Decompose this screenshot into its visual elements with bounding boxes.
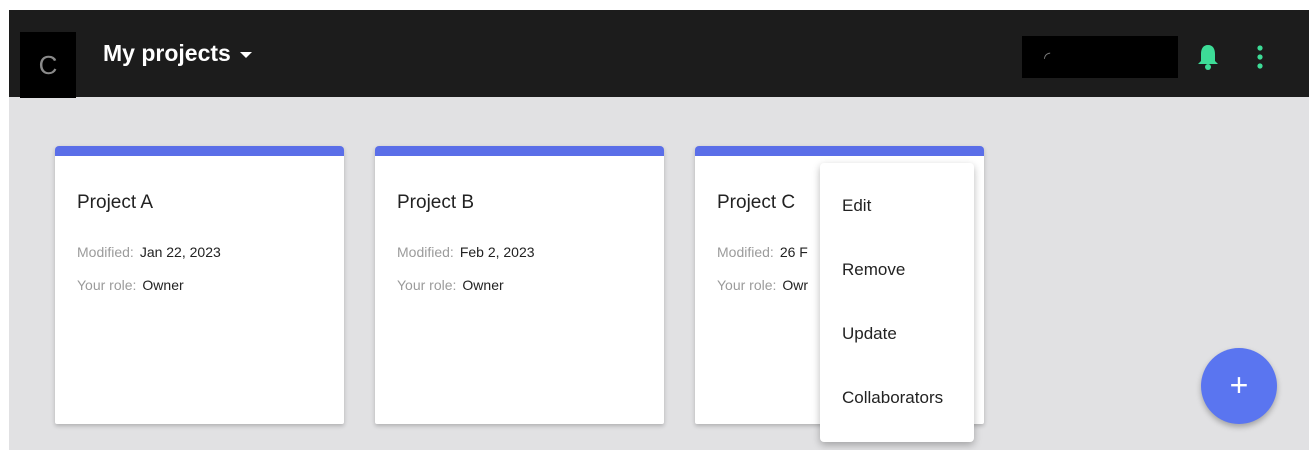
- project-card-b[interactable]: Project B Modified: Feb 2, 2023 Your role…: [375, 146, 664, 424]
- project-name: Project C: [717, 192, 796, 213]
- modified-value: 26 F: [779, 244, 808, 260]
- logo-letter: C: [38, 50, 58, 80]
- modified-value: Feb 2, 2023: [459, 244, 535, 260]
- modified-label: Modified:: [77, 244, 134, 260]
- project-name: Project A: [77, 192, 154, 213]
- modified-row: Modified: Jan 22, 2023: [77, 244, 221, 260]
- bell-icon[interactable]: [1197, 43, 1219, 71]
- add-project-button[interactable]: +: [1201, 348, 1277, 424]
- role-row: Your role: Owner: [77, 277, 184, 293]
- menu-item-collaborators[interactable]: Collaborators: [842, 388, 943, 408]
- menu-item-edit[interactable]: Edit: [842, 196, 871, 216]
- menu-item-update[interactable]: Update: [842, 324, 897, 344]
- modified-label: Modified:: [397, 244, 454, 260]
- page-title: My projects: [103, 40, 231, 66]
- role-value: Owner: [142, 277, 184, 293]
- logo[interactable]: C: [20, 32, 76, 98]
- modified-row: Modified: 26 F: [717, 244, 808, 260]
- menu-item-remove[interactable]: Remove: [842, 260, 905, 280]
- role-row: Your role: Owner: [397, 277, 504, 293]
- caret-down-icon: [239, 52, 252, 58]
- project-name: Project B: [397, 192, 475, 213]
- modified-label: Modified:: [717, 244, 774, 260]
- role-label: Your role:: [77, 277, 137, 293]
- project-context-menu: Edit Remove Update Collaborators: [820, 163, 974, 442]
- loading-spinner-icon: ◜: [1044, 50, 1051, 67]
- role-label: Your role:: [717, 277, 777, 293]
- top-app-bar: C My projects ◜: [9, 10, 1309, 98]
- role-value: Owr: [782, 277, 809, 293]
- more-vert-icon[interactable]: [1253, 44, 1267, 70]
- role-row: Your role: Owr: [717, 277, 808, 293]
- account-box[interactable]: ◜: [1022, 36, 1178, 78]
- project-switcher[interactable]: My projects: [103, 40, 252, 67]
- modified-row: Modified: Feb 2, 2023: [397, 244, 535, 260]
- plus-icon: +: [1229, 367, 1249, 403]
- role-value: Owner: [462, 277, 504, 293]
- project-card-a[interactable]: Project A Modified: Jan 22, 2023 Your rol…: [55, 146, 344, 424]
- role-label: Your role:: [397, 277, 457, 293]
- app-frame: C My projects ◜ Project A Modified: Jan 2…: [9, 10, 1309, 450]
- modified-value: Jan 22, 2023: [139, 244, 221, 260]
